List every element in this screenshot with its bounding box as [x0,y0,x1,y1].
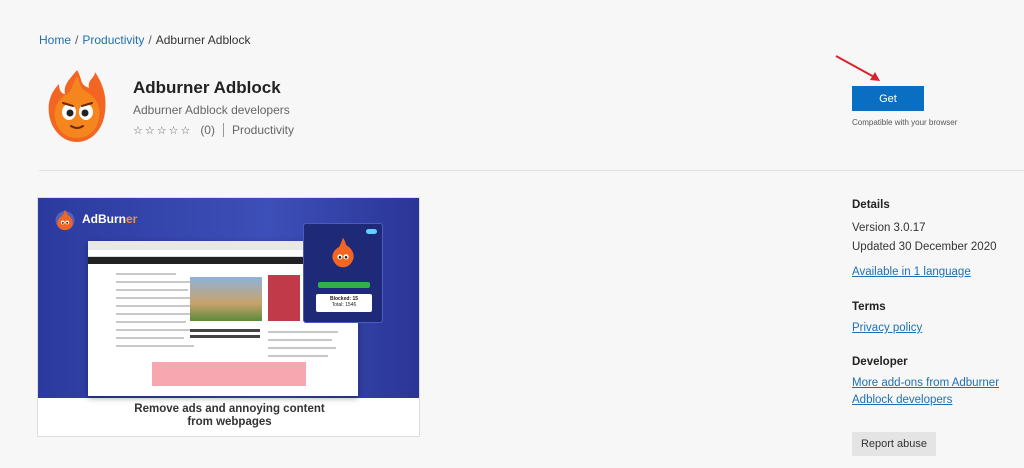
rating-row: ☆☆☆☆☆ (0) Productivity [133,123,294,137]
more-addons-link-cont[interactable]: Adblock developers [852,394,952,406]
total-count: Total: 1546 [331,302,357,308]
report-abuse-button[interactable]: Report abuse [852,432,936,456]
caption-line-1: Remove ads and annoying content [134,403,325,415]
enabled-badge [318,282,370,288]
toggle-icon [366,229,377,234]
breadcrumb: Home / Productivity / Adburner Adblock [39,33,250,47]
extension-title: Adburner Adblock [133,78,281,97]
developer-heading: Developer [852,356,908,368]
extension-developer: Adburner Adblock developers [133,103,290,117]
flame-mascot-icon [332,237,354,268]
screenshot-preview[interactable]: AdBurner Blocked: 15 Total: 1546 Remove … [37,197,420,437]
rating-stars-icon[interactable]: ☆☆☆☆☆ [133,124,192,137]
extension-logo [45,68,109,144]
brand-prefix: AdBurn [82,212,126,226]
flame-mascot-icon [55,209,75,231]
breadcrumb-separator: / [148,33,152,47]
terms-heading: Terms [852,301,886,313]
screenshot-brand: AdBurner [82,212,137,226]
flame-mascot-icon [48,70,106,142]
rating-count: (0) [200,123,215,137]
article-image [190,277,262,321]
version-text: Version 3.0.17 [852,222,926,234]
screenshot-caption: Remove ads and annoying content from web… [38,403,419,429]
blocked-stats: Blocked: 15 Total: 1546 [316,294,372,312]
languages-link[interactable]: Available in 1 language [852,266,971,278]
breadcrumb-category[interactable]: Productivity [82,33,144,47]
caption-line-2: from webpages [187,416,272,428]
compatibility-text: Compatible with your browser [852,118,958,127]
updated-text: Updated 30 December 2020 [852,241,997,253]
more-addons-link[interactable]: More add-ons from Adburner [852,377,999,389]
section-divider [39,170,1024,171]
breadcrumb-current: Adburner Adblock [155,33,251,47]
divider [222,123,224,137]
ad-image [268,275,300,321]
breadcrumb-separator: / [75,33,79,47]
ad-banner [152,362,306,386]
annotation-arrow-icon [835,55,880,81]
breadcrumb-home[interactable]: Home [39,33,71,47]
category-label: Productivity [231,123,295,137]
details-heading: Details [852,199,890,211]
brand-suffix: er [126,212,138,226]
extension-popup-preview: Blocked: 15 Total: 1546 [303,223,383,323]
privacy-policy-link[interactable]: Privacy policy [852,322,922,334]
get-button[interactable]: Get [852,86,924,111]
